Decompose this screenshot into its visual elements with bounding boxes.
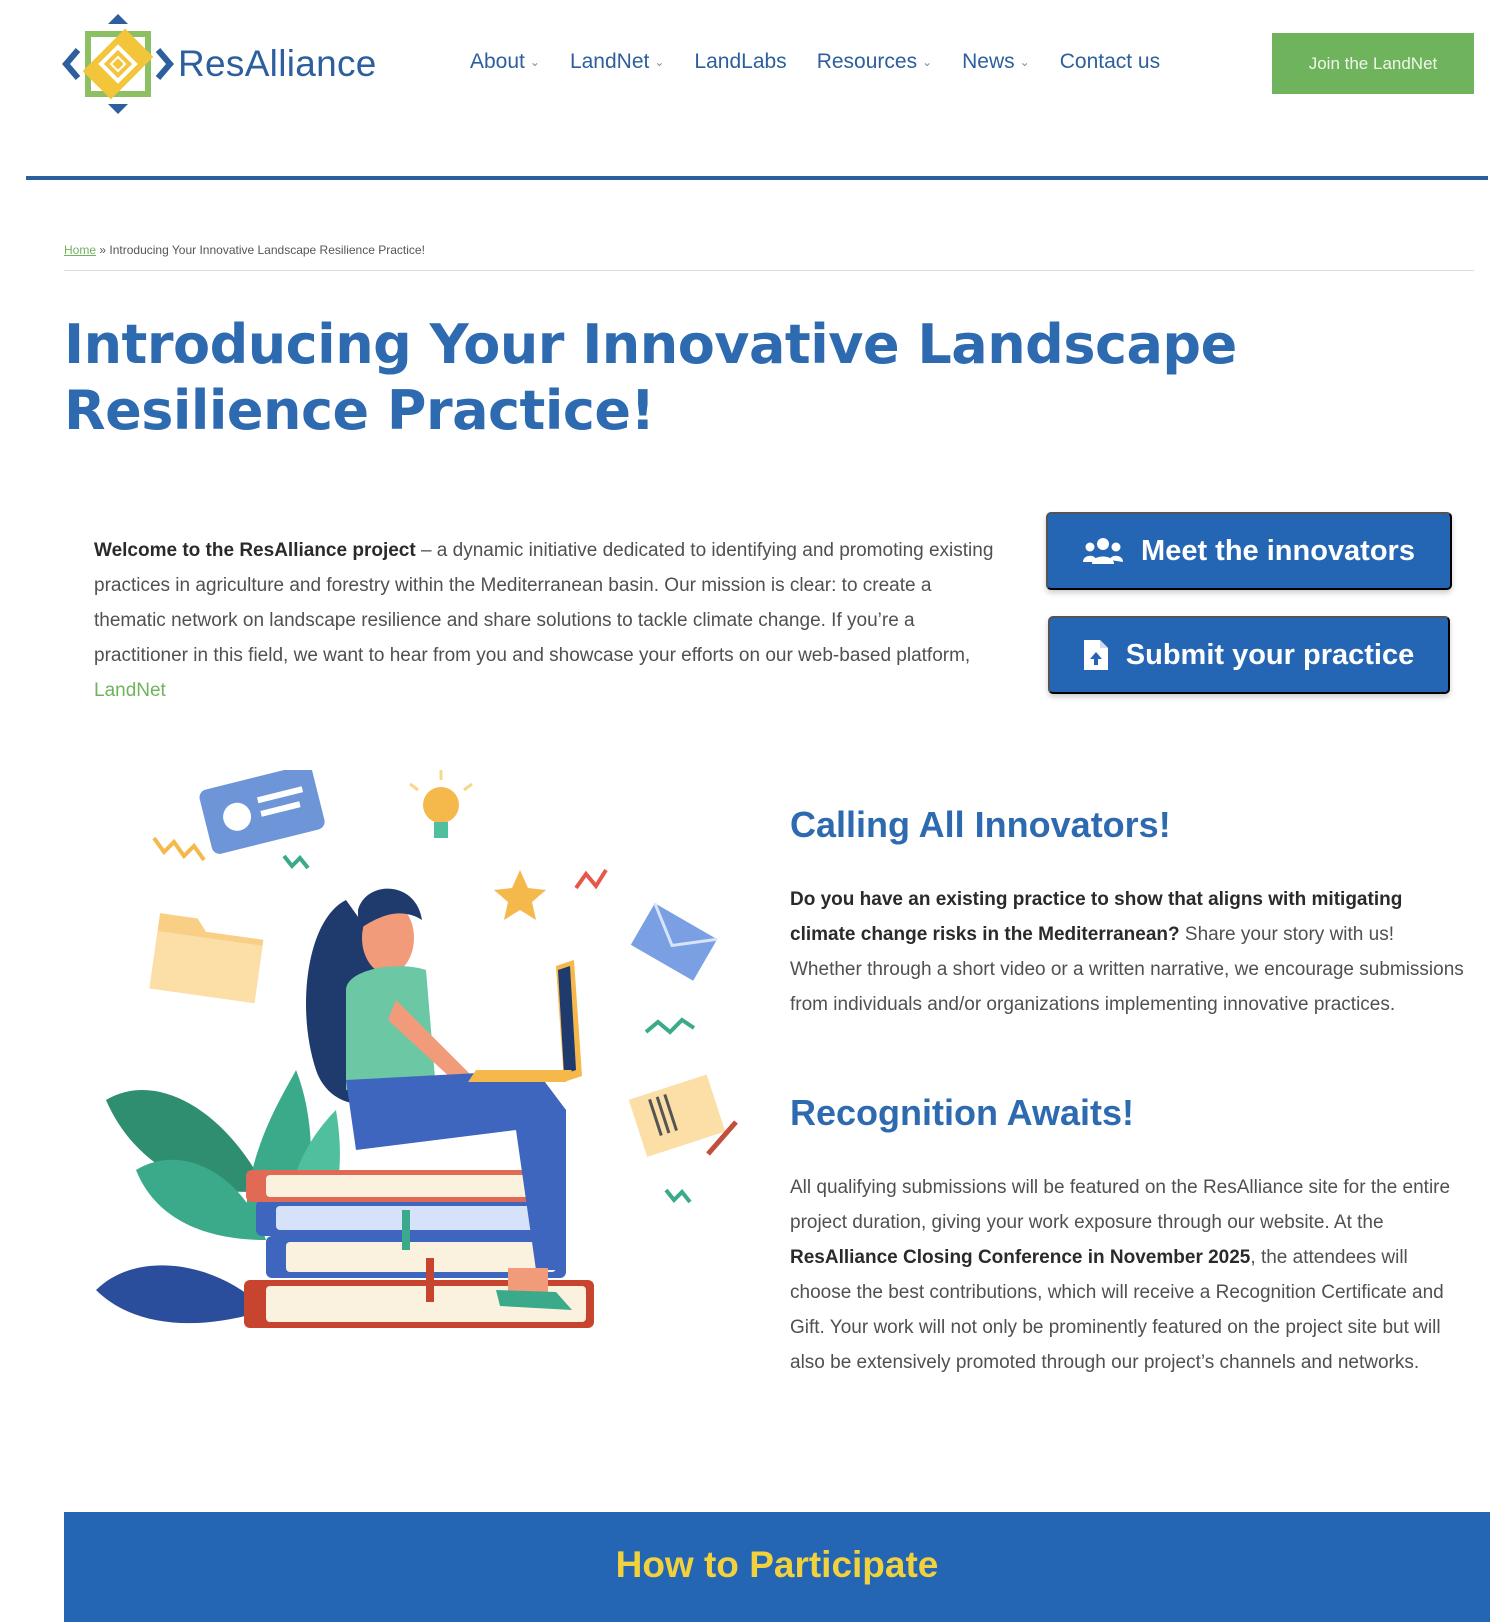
- nav-resources[interactable]: Resources ⌄: [817, 50, 932, 74]
- submit-practice-button[interactable]: Submit your practice: [1048, 616, 1450, 694]
- brand-name: ResAlliance: [178, 43, 377, 84]
- participate-section: How to Participate: [64, 1512, 1490, 1622]
- breadcrumb: Home » Introducing Your Innovative Lands…: [64, 243, 425, 257]
- nav-contact-label: Contact us: [1059, 50, 1161, 73]
- nav-landnet-label: LandNet: [569, 50, 650, 73]
- chevron-down-icon: ⌄: [529, 55, 540, 69]
- chevron-down-icon: ⌄: [922, 55, 933, 69]
- main-nav: About ⌄ LandNet ⌄ LandLabs Resources ⌄ N…: [470, 50, 1190, 74]
- chevron-down-icon: ⌄: [1019, 55, 1030, 69]
- recognition-text-1: All qualifying submissions will be featu…: [790, 1177, 1451, 1233]
- nav-resources-label: Resources: [816, 50, 918, 73]
- breadcrumb-separator: »: [99, 243, 107, 257]
- calling-paragraph: Do you have an existing practice to show…: [790, 882, 1470, 1022]
- users-icon: [1083, 538, 1124, 564]
- site-header: ResAlliance About ⌄ LandNet ⌄ LandLabs R…: [0, 0, 1510, 180]
- page-title: Introducing Your Innovative Landscape Re…: [64, 313, 1237, 442]
- nav-contact[interactable]: Contact us: [1060, 50, 1160, 74]
- intro-paragraph: Welcome to the ResAlliance project – a d…: [94, 533, 1004, 708]
- chevron-down-icon: ⌄: [654, 55, 665, 69]
- nav-about-label: About: [470, 50, 525, 73]
- breadcrumb-divider: [64, 270, 1474, 271]
- nav-landlabs-label: LandLabs: [694, 50, 787, 73]
- breadcrumb-home-link[interactable]: Home: [64, 243, 96, 257]
- recognition-heading: Recognition Awaits!: [790, 1092, 1135, 1133]
- intro-lead: Welcome to the ResAlliance project: [94, 540, 416, 561]
- meet-innovators-button[interactable]: Meet the innovators: [1046, 512, 1452, 590]
- participate-title: How to Participate: [615, 1544, 939, 1585]
- breadcrumb-current: Introducing Your Innovative Landscape Re…: [109, 243, 425, 257]
- woman-with-laptop-illustration: [96, 770, 738, 1328]
- header-divider: [26, 176, 1488, 180]
- meet-innovators-label: Meet the innovators: [1141, 534, 1415, 567]
- calling-heading: Calling All Innovators!: [790, 804, 1171, 845]
- nav-about[interactable]: About ⌄: [470, 50, 540, 74]
- recognition-paragraph: All qualifying submissions will be featu…: [790, 1170, 1470, 1380]
- join-landnet-button[interactable]: Join the LandNet: [1272, 33, 1474, 94]
- nav-news-label: News: [962, 50, 1015, 73]
- submit-practice-label: Submit your practice: [1125, 638, 1415, 671]
- logo[interactable]: ResAlliance: [62, 10, 377, 118]
- resalliance-logo-icon: [62, 14, 174, 114]
- nav-news[interactable]: News ⌄: [962, 50, 1030, 74]
- recognition-bold: ResAlliance Closing Conference in Novemb…: [790, 1247, 1251, 1268]
- nav-landnet[interactable]: LandNet ⌄: [570, 50, 664, 74]
- file-upload-icon: [1083, 640, 1108, 670]
- landnet-link[interactable]: LandNet: [94, 680, 166, 701]
- nav-landlabs[interactable]: LandLabs: [694, 50, 786, 74]
